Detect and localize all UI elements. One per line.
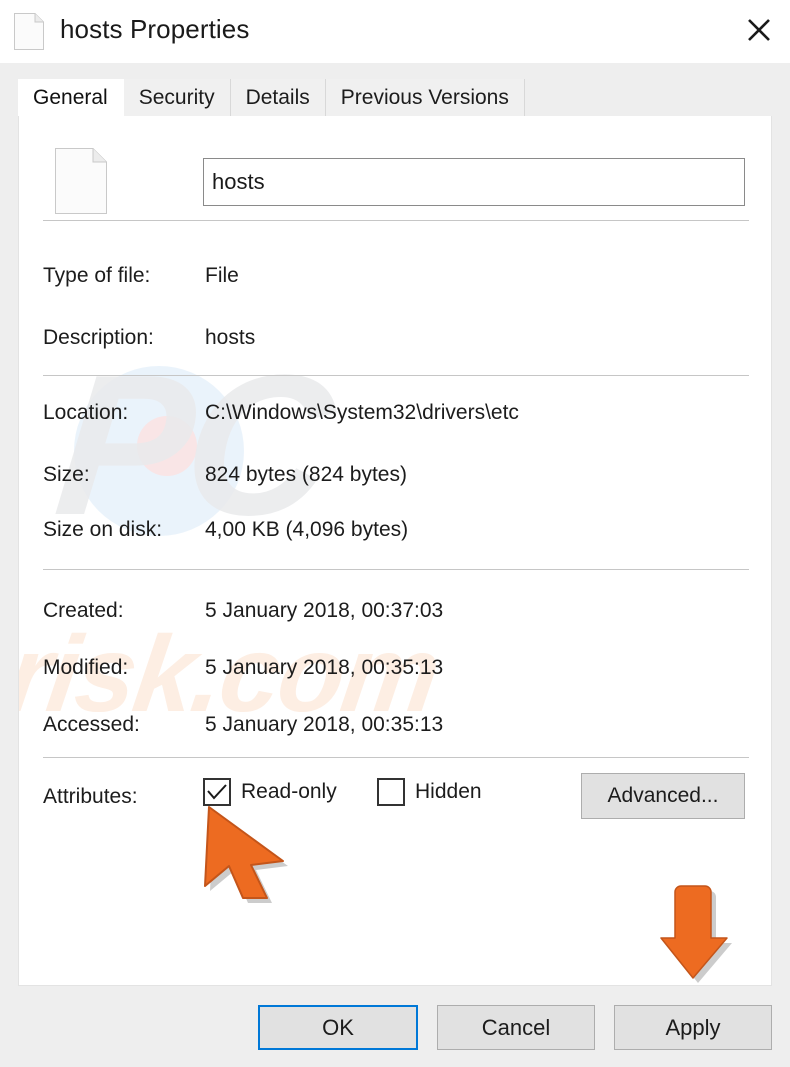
row-description: Description: hosts <box>19 326 771 360</box>
advanced-button[interactable]: Advanced... <box>581 773 745 819</box>
readonly-label: Read-only <box>241 780 337 803</box>
cancel-button[interactable]: Cancel <box>437 1005 595 1050</box>
row-value: 5 January 2018, 00:35:13 <box>205 656 444 679</box>
row-label: Description: <box>43 326 154 349</box>
divider <box>43 569 749 570</box>
dialog-footer: OK Cancel Apply <box>0 986 790 1067</box>
row-accessed: Accessed: 5 January 2018, 00:35:13 <box>19 713 771 747</box>
filename-input[interactable] <box>203 158 745 206</box>
page-title: hosts Properties <box>60 14 250 44</box>
row-size: Size: 824 bytes (824 bytes) <box>19 463 771 497</box>
properties-window: hosts Properties General Security Detail… <box>0 0 790 1067</box>
row-value: hosts <box>205 326 256 349</box>
file-header-row <box>19 116 771 216</box>
row-label: Location: <box>43 401 129 424</box>
tab-previous-versions-label: Previous Versions <box>340 85 509 109</box>
watermark-circle <box>74 366 244 536</box>
tab-details[interactable]: Details <box>230 79 326 116</box>
title-bar: hosts Properties <box>0 0 790 63</box>
tab-general-label: General <box>33 85 108 109</box>
apply-button[interactable]: Apply <box>614 1005 772 1050</box>
readonly-checkbox[interactable]: Read-only <box>203 778 337 806</box>
row-label: Size: <box>43 463 90 486</box>
row-value: 4,00 KB (4,096 bytes) <box>205 518 409 541</box>
row-type-of-file: Type of file: File <box>19 264 771 298</box>
checkbox-box <box>377 778 405 806</box>
ok-button[interactable]: OK <box>258 1005 418 1050</box>
row-created: Created: 5 January 2018, 00:37:03 <box>19 599 771 633</box>
divider <box>43 375 749 376</box>
general-tab-panel: PC risk.com Type of file: File <box>18 116 772 986</box>
row-label: Created: <box>43 599 124 622</box>
check-icon <box>207 784 227 800</box>
tab-details-label: Details <box>245 85 310 109</box>
row-label: Modified: <box>43 656 129 679</box>
divider <box>43 757 749 758</box>
row-value: File <box>205 264 239 287</box>
row-value: 5 January 2018, 00:37:03 <box>205 599 444 622</box>
hidden-label: Hidden <box>415 780 482 803</box>
row-label: Accessed: <box>43 713 140 736</box>
close-icon[interactable] <box>728 0 790 60</box>
file-icon <box>14 13 44 50</box>
row-size-on-disk: Size on disk: 4,00 KB (4,096 bytes) <box>19 518 771 552</box>
tab-strip: General Security Details Previous Versio… <box>0 63 790 116</box>
tab-previous-versions[interactable]: Previous Versions <box>325 79 525 116</box>
tab-list: General Security Details Previous Versio… <box>18 79 525 116</box>
file-icon <box>55 148 107 214</box>
row-value: 5 January 2018, 00:35:13 <box>205 713 444 736</box>
checkbox-box <box>203 778 231 806</box>
row-location: Location: C:\Windows\System32\drivers\et… <box>19 401 771 435</box>
row-label: Type of file: <box>43 264 151 287</box>
attributes-row: Attributes: Read-only Hidden Advanced... <box>19 773 771 826</box>
row-label: Size on disk: <box>43 518 163 541</box>
hidden-checkbox[interactable]: Hidden <box>377 778 482 806</box>
row-value: C:\Windows\System32\drivers\etc <box>205 401 519 424</box>
divider <box>43 220 749 221</box>
row-modified: Modified: 5 January 2018, 00:35:13 <box>19 656 771 690</box>
tab-security-label: Security <box>138 85 215 109</box>
attributes-label: Attributes: <box>43 785 138 808</box>
row-value: 824 bytes (824 bytes) <box>205 463 407 486</box>
tab-security[interactable]: Security <box>123 79 231 116</box>
tab-general[interactable]: General <box>18 79 124 116</box>
